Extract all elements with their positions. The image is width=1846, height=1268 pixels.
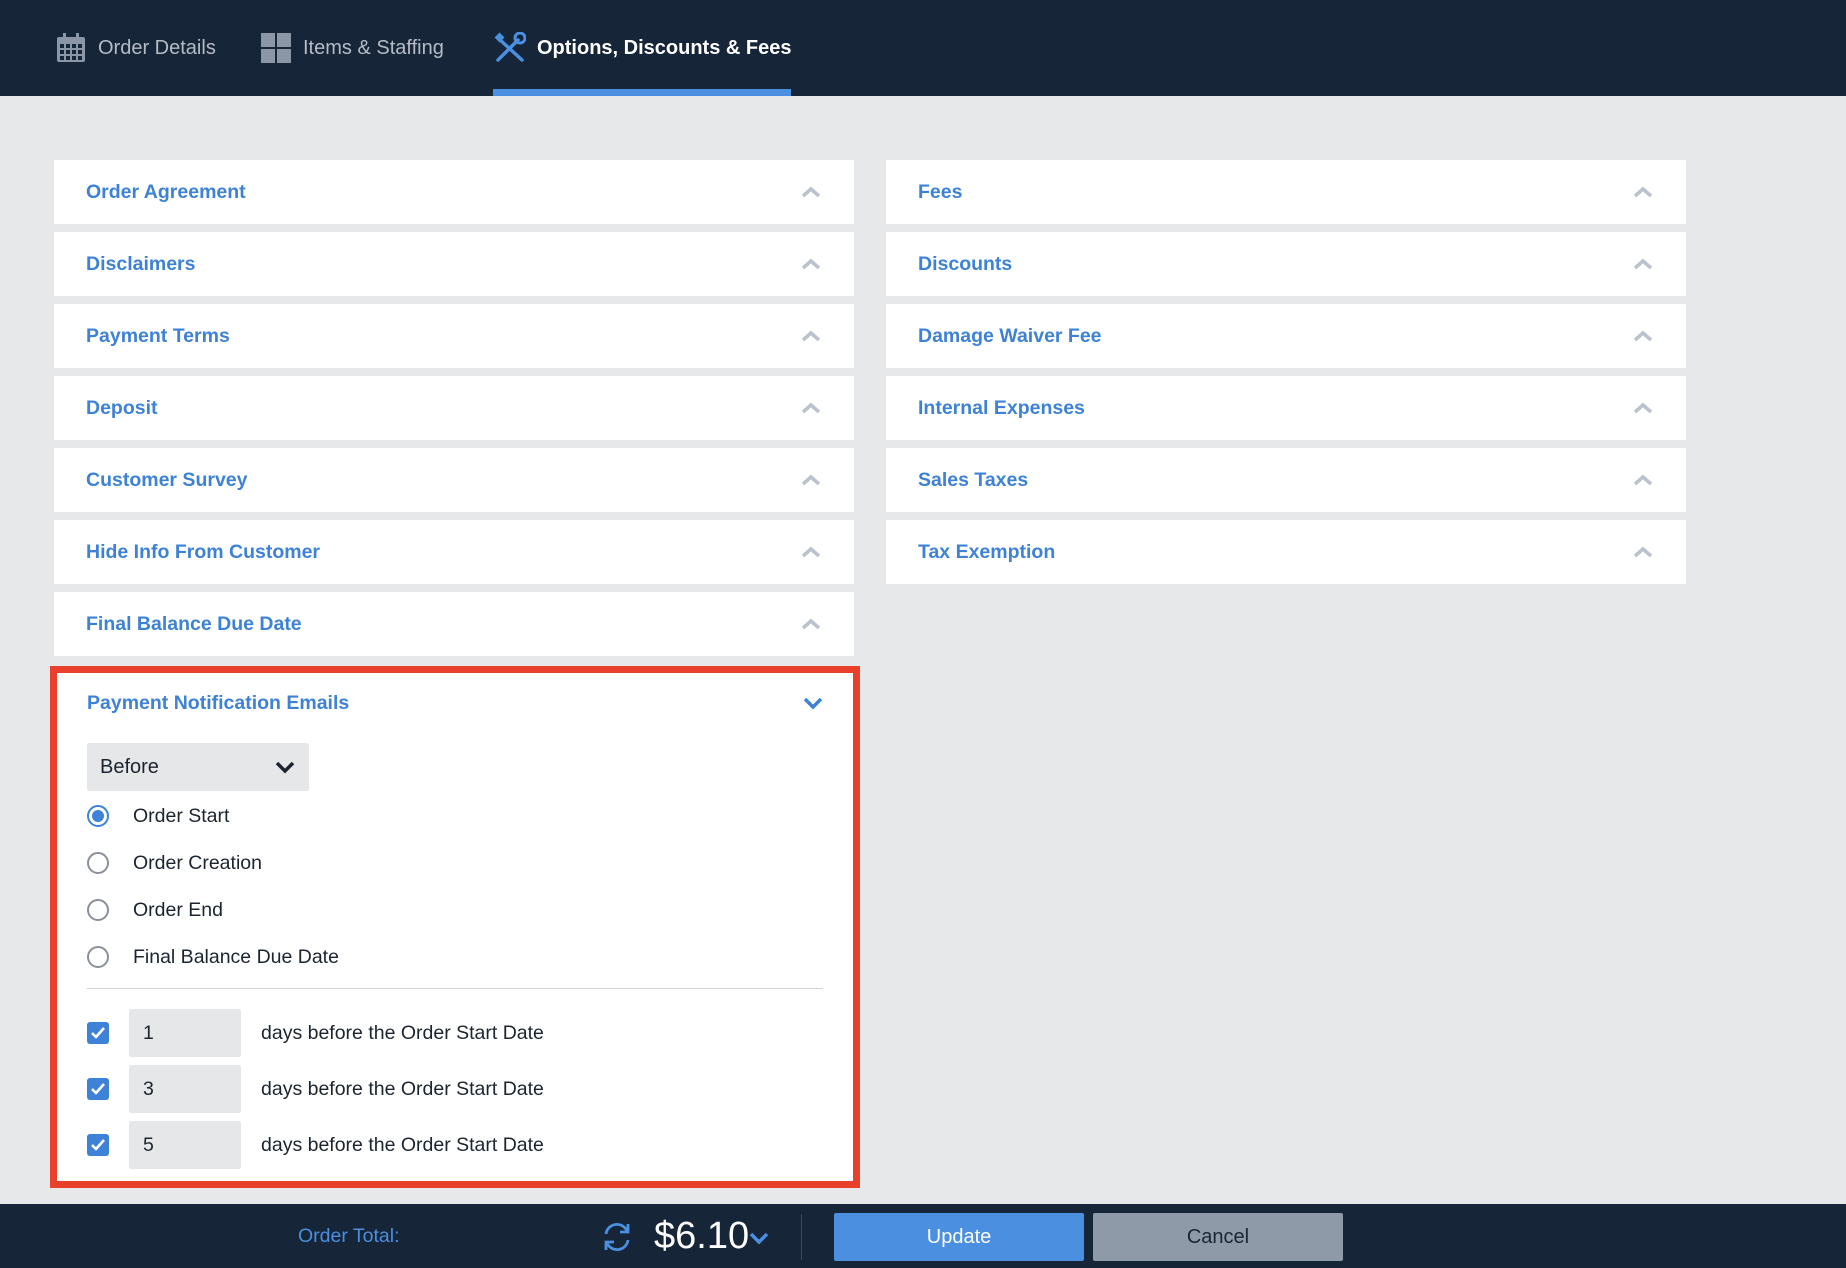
reminder-text: days before the Order Start Date — [261, 1133, 544, 1156]
order-total-amount: $6.10 — [654, 1214, 750, 1257]
chevron-down-icon[interactable] — [803, 696, 823, 710]
grid-icon — [259, 31, 293, 65]
panel-title: Final Balance Due Date — [86, 612, 302, 635]
panel-order-agreement[interactable]: Order Agreement — [54, 160, 854, 224]
radio-label: Order Start — [133, 804, 230, 827]
tab-label: Options, Discounts & Fees — [537, 36, 792, 59]
reminder-text: days before the Order Start Date — [261, 1021, 544, 1044]
panel-payment-notification-emails: Payment Notification Emails Before Order… — [50, 666, 860, 1188]
tab-items-staffing[interactable]: Items & Staffing — [259, 0, 444, 96]
top-navigation: Order Details Items & Staffing Options, … — [0, 0, 1846, 96]
chevron-up-icon[interactable] — [1632, 541, 1654, 563]
panel-title: Sales Taxes — [918, 468, 1029, 491]
divider — [801, 1214, 802, 1260]
panel-title: Fees — [918, 180, 963, 203]
panel-title: Deposit — [86, 396, 158, 419]
timing-select-value: Before — [100, 755, 159, 778]
reminder-row: 3 days before the Order Start Date — [87, 1065, 544, 1113]
radio-button[interactable] — [87, 946, 109, 968]
days-input[interactable]: 1 — [129, 1009, 241, 1057]
cancel-button[interactable]: Cancel — [1093, 1213, 1343, 1261]
chevron-down-icon — [275, 760, 295, 774]
panel-title: Order Agreement — [86, 180, 246, 203]
radio-button[interactable] — [87, 805, 109, 827]
chevron-up-icon[interactable] — [800, 397, 822, 419]
radio-label: Final Balance Due Date — [133, 945, 339, 968]
panel-title: Hide Info From Customer — [86, 540, 321, 563]
reminder-checkbox[interactable] — [87, 1022, 109, 1044]
radio-order-end[interactable]: Order End — [87, 895, 223, 925]
chevron-up-icon[interactable] — [800, 469, 822, 491]
radio-label: Order Creation — [133, 851, 262, 874]
panel-customer-survey[interactable]: Customer Survey — [54, 448, 854, 512]
chevron-up-icon[interactable] — [1632, 181, 1654, 203]
chevron-up-icon[interactable] — [800, 613, 822, 635]
panel-title: Damage Waiver Fee — [918, 324, 1102, 347]
radio-button[interactable] — [87, 899, 109, 921]
panel-title: Customer Survey — [86, 468, 248, 491]
chevron-up-icon[interactable] — [1632, 325, 1654, 347]
panel-fees[interactable]: Fees — [886, 160, 1686, 224]
chevron-up-icon[interactable] — [800, 253, 822, 275]
radio-final-balance-due-date[interactable]: Final Balance Due Date — [87, 942, 339, 972]
radio-label: Order End — [133, 898, 223, 921]
panel-title: Discounts — [918, 252, 1013, 275]
radio-button[interactable] — [87, 852, 109, 874]
panel-header[interactable]: Payment Notification Emails — [87, 689, 823, 717]
radio-order-creation[interactable]: Order Creation — [87, 848, 262, 878]
reminder-row: 1 days before the Order Start Date — [87, 1009, 544, 1057]
divider — [87, 988, 823, 989]
days-input[interactable]: 3 — [129, 1065, 241, 1113]
panel-title: Tax Exemption — [918, 540, 1056, 563]
panel-deposit[interactable]: Deposit — [54, 376, 854, 440]
panel-hide-info-from-customer[interactable]: Hide Info From Customer — [54, 520, 854, 584]
radio-order-start[interactable]: Order Start — [87, 801, 229, 831]
chevron-up-icon[interactable] — [1632, 397, 1654, 419]
panel-final-balance-due-date[interactable]: Final Balance Due Date — [54, 592, 854, 656]
chevron-up-icon[interactable] — [800, 181, 822, 203]
chevron-up-icon[interactable] — [800, 541, 822, 563]
panel-title: Payment Terms — [86, 324, 230, 347]
panel-internal-expenses[interactable]: Internal Expenses — [886, 376, 1686, 440]
tab-label: Order Details — [98, 36, 216, 59]
panel-payment-terms[interactable]: Payment Terms — [54, 304, 854, 368]
reminder-text: days before the Order Start Date — [261, 1077, 544, 1100]
days-input[interactable]: 5 — [129, 1121, 241, 1169]
panel-title: Disclaimers — [86, 252, 196, 275]
refresh-icon[interactable] — [600, 1220, 634, 1254]
chevron-up-icon[interactable] — [1632, 469, 1654, 491]
panel-damage-waiver-fee[interactable]: Damage Waiver Fee — [886, 304, 1686, 368]
order-total-label: Order Total: — [298, 1224, 400, 1247]
calendar-icon — [54, 31, 88, 65]
footer-bar: Order Total: $6.10 Update Cancel — [0, 1204, 1846, 1268]
reminder-checkbox[interactable] — [87, 1078, 109, 1100]
tools-icon — [493, 31, 527, 65]
update-button[interactable]: Update — [834, 1213, 1084, 1261]
panel-sales-taxes[interactable]: Sales Taxes — [886, 448, 1686, 512]
chevron-up-icon[interactable] — [1632, 253, 1654, 275]
reminder-row: 5 days before the Order Start Date — [87, 1121, 544, 1169]
tab-order-details[interactable]: Order Details — [54, 0, 216, 96]
panel-disclaimers[interactable]: Disclaimers — [54, 232, 854, 296]
chevron-up-icon[interactable] — [800, 325, 822, 347]
panel-title: Payment Notification Emails — [87, 691, 350, 714]
tab-label: Items & Staffing — [303, 36, 444, 59]
panel-tax-exemption[interactable]: Tax Exemption — [886, 520, 1686, 584]
timing-select[interactable]: Before — [87, 743, 309, 791]
tab-options-discounts-fees[interactable]: Options, Discounts & Fees — [493, 0, 792, 96]
panel-title: Internal Expenses — [918, 396, 1085, 419]
reminder-checkbox[interactable] — [87, 1134, 109, 1156]
panel-discounts[interactable]: Discounts — [886, 232, 1686, 296]
chevron-down-icon[interactable] — [748, 1230, 770, 1252]
